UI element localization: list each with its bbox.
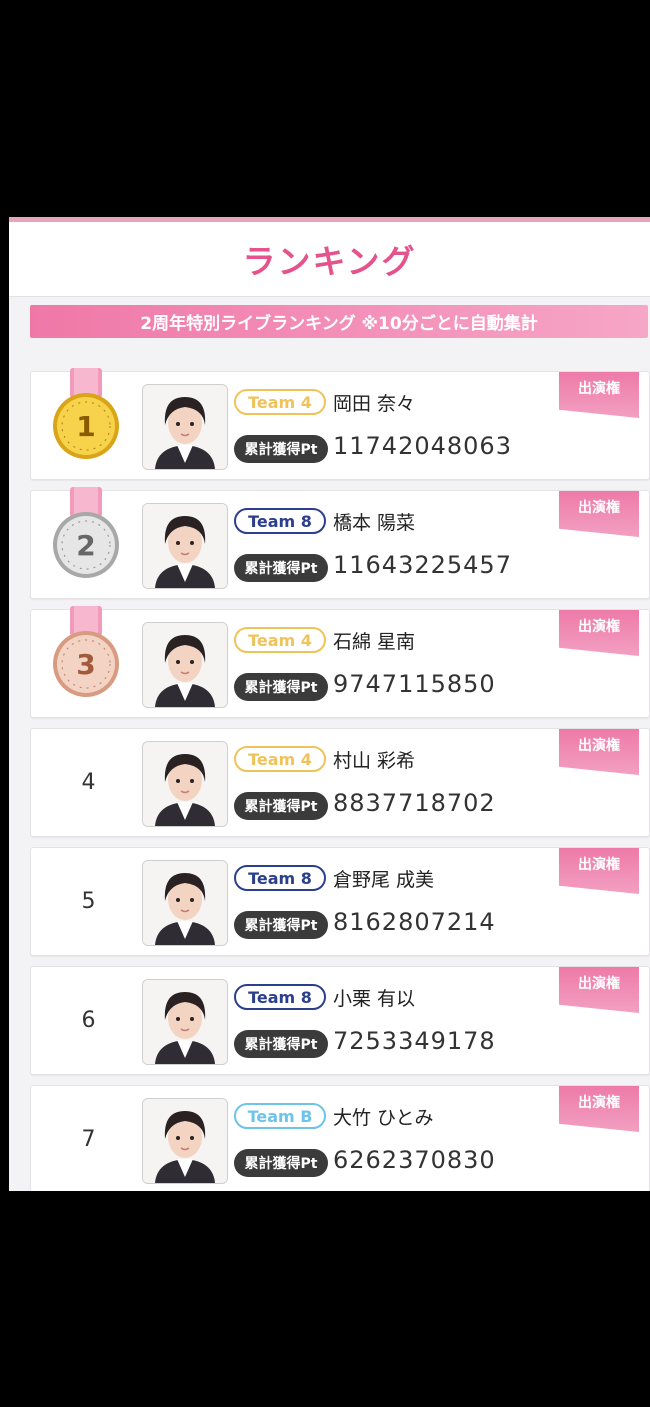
rank-number: 7 (81, 1127, 96, 1152)
member-photo (142, 860, 228, 946)
team-badge: Team 4 (234, 389, 326, 415)
member-name: 倉野尾 成美 (333, 869, 435, 891)
ranking-row[interactable]: 7 Team B 大竹 ひとみ 累計獲得Pt 6262370830 出演権 (30, 1085, 650, 1191)
appearance-right-flag[interactable]: 出演権 (559, 729, 639, 775)
member-name: 村山 彩希 (333, 750, 416, 772)
ranking-row[interactable]: 1 Team 4 岡田 奈々 累計獲得Pt 11742048063 出演権 (30, 368, 650, 480)
ranking-row[interactable]: 3 Team 4 石綿 星南 累計獲得Pt 9747115850 出演権 (30, 606, 650, 718)
ranking-banner: 2周年特別ライブランキング ※10分ごとに自動集計 (30, 305, 648, 338)
member-name: 岡田 奈々 (333, 393, 416, 415)
team-badge: Team 4 (234, 627, 326, 653)
team-badge: Team 8 (234, 865, 326, 891)
ranking-row[interactable]: 6 Team 8 小栗 有以 累計獲得Pt 7253349178 出演権 (30, 966, 650, 1075)
member-photo (142, 503, 228, 589)
rank-number: 4 (81, 770, 96, 795)
points-value: 7253349178 (333, 1027, 496, 1055)
ranking-panel: ランキング 2周年特別ライブランキング ※10分ごとに自動集計 1 Team 4… (9, 217, 650, 1191)
member-photo (142, 979, 228, 1065)
appearance-right-flag[interactable]: 出演権 (559, 967, 639, 1013)
points-label-badge: 累計獲得Pt (234, 554, 328, 582)
points-value: 11742048063 (333, 432, 512, 460)
points-label-badge: 累計獲得Pt (234, 435, 328, 463)
team-badge: Team B (234, 1103, 326, 1129)
points-value: 6262370830 (333, 1146, 496, 1174)
appearance-right-flag[interactable]: 出演権 (559, 848, 639, 894)
points-value: 11643225457 (333, 551, 512, 579)
rank-number: 5 (81, 889, 96, 914)
points-label-badge: 累計獲得Pt (234, 792, 328, 820)
team-badge: Team 8 (234, 508, 326, 534)
member-photo (142, 1098, 228, 1184)
member-name: 小栗 有以 (333, 988, 416, 1010)
member-name: 大竹 ひとみ (333, 1107, 434, 1129)
medal-rank-number: 1 (76, 410, 95, 443)
points-value: 8837718702 (333, 789, 496, 817)
points-label-badge: 累計獲得Pt (234, 673, 328, 701)
silver-medal-icon: 2 (53, 487, 119, 578)
team-badge: Team 8 (234, 984, 326, 1010)
ranking-row[interactable]: 5 Team 8 倉野尾 成美 累計獲得Pt 8162807214 出演権 (30, 847, 650, 956)
medal-rank-number: 2 (76, 529, 95, 562)
gold-medal-icon: 1 (53, 368, 119, 459)
ranking-list: 1 Team 4 岡田 奈々 累計獲得Pt 11742048063 出演権 2 (30, 368, 650, 1191)
points-label-badge: 累計獲得Pt (234, 1149, 328, 1177)
appearance-right-flag[interactable]: 出演権 (559, 610, 639, 656)
member-name: 石綿 星南 (333, 631, 416, 653)
points-label-badge: 累計獲得Pt (234, 911, 328, 939)
appearance-right-flag[interactable]: 出演権 (559, 491, 639, 537)
member-photo (142, 622, 228, 708)
member-name: 橋本 陽菜 (333, 512, 416, 534)
page-header: ランキング (9, 222, 650, 297)
ranking-row[interactable]: 4 Team 4 村山 彩希 累計獲得Pt 8837718702 出演権 (30, 728, 650, 837)
appearance-right-flag[interactable]: 出演権 (559, 372, 639, 418)
points-value: 8162807214 (333, 908, 496, 936)
team-badge: Team 4 (234, 746, 326, 772)
page-title: ランキング (242, 242, 417, 281)
points-value: 9747115850 (333, 670, 496, 698)
appearance-right-flag[interactable]: 出演権 (559, 1086, 639, 1132)
bronze-medal-icon: 3 (53, 606, 119, 697)
ranking-row[interactable]: 2 Team 8 橋本 陽菜 累計獲得Pt 11643225457 出演権 (30, 487, 650, 599)
medal-rank-number: 3 (76, 648, 95, 681)
member-photo (142, 384, 228, 470)
points-label-badge: 累計獲得Pt (234, 1030, 328, 1058)
rank-number: 6 (81, 1008, 96, 1033)
member-photo (142, 741, 228, 827)
